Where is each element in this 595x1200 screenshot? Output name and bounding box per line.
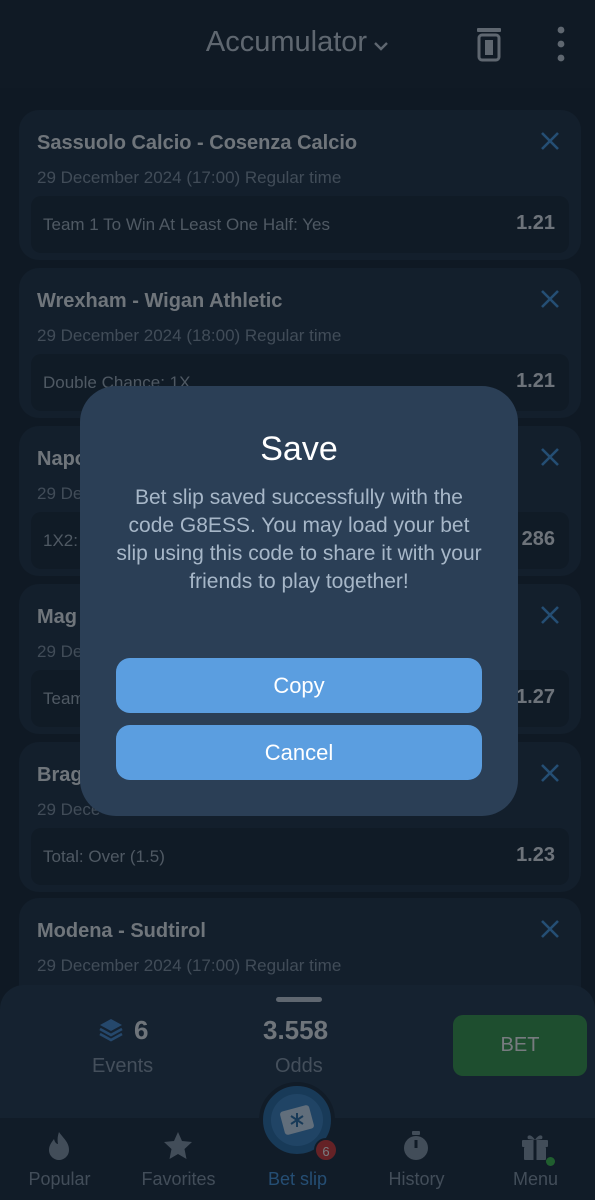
nav-item-menu[interactable]: Menu: [476, 1118, 595, 1200]
match-title: Brag: [37, 764, 83, 786]
bet-type-label: Accumulator: [205, 26, 368, 58]
match-date: 29 December 2024 (17:00) Regular time: [37, 956, 342, 975]
match-title: Modena - Sudtirol: [37, 920, 206, 942]
total-odds: 3.558: [263, 1015, 329, 1045]
selection-row: Total: Over (1.5) 1.23: [31, 828, 569, 885]
events-count: 6: [134, 1015, 149, 1045]
place-bet-button[interactable]: BET: [453, 1015, 587, 1076]
fab-inner: [271, 1094, 323, 1146]
dialog-title: Save: [260, 430, 338, 468]
market-label: Total: Over (1.5): [43, 847, 165, 866]
close-icon[interactable]: [539, 130, 561, 152]
cancel-button[interactable]: Cancel: [116, 725, 482, 780]
market-label: Team 1 To Win At Least One Half: Yes: [43, 215, 330, 234]
bet-card: Sassuolo Calcio - Cosenza Calcio 29 Dece…: [19, 110, 581, 260]
gift-icon: [522, 1135, 548, 1160]
close-icon[interactable]: [539, 918, 561, 940]
market-label: 1X2:: [43, 531, 78, 550]
selection-row: Team 1 To Win At Least One Half: Yes 1.2…: [31, 196, 569, 253]
drag-handle[interactable]: [276, 997, 322, 1002]
ticket-icon: [280, 1105, 314, 1135]
match-title: Mag: [37, 606, 77, 628]
close-icon[interactable]: [539, 604, 561, 626]
match-title: Wrexham - Wigan Athletic: [37, 290, 283, 312]
odd-value: 1.23: [516, 844, 555, 866]
odd-value: 1.21: [516, 212, 555, 234]
star-icon: [164, 1132, 192, 1159]
nav-label: Menu: [512, 1169, 559, 1189]
match-date: 29 December 2024 (18:00) Regular time: [37, 326, 342, 345]
match-date: 29 De: [37, 484, 83, 503]
nav-item-history[interactable]: History: [357, 1118, 476, 1200]
copy-button[interactable]: Copy: [116, 658, 482, 713]
nav-label: Popular: [28, 1169, 91, 1189]
notification-dot: [546, 1157, 555, 1166]
nav-label: History: [388, 1169, 445, 1189]
odd-value: 1.21: [516, 370, 555, 392]
match-date: 29 December 2024 (17:00) Regular time: [37, 168, 342, 187]
nav-item-favorites[interactable]: Favorites: [119, 1118, 238, 1200]
nav-item-popular[interactable]: Popular: [0, 1118, 119, 1200]
nav-label: Favorites: [141, 1169, 216, 1189]
events-label: Events: [92, 1055, 154, 1077]
bet-type-selector[interactable]: Accumulator: [0, 26, 595, 60]
more-vertical-icon[interactable]: [550, 24, 572, 64]
stopwatch-icon: [404, 1131, 428, 1160]
match-date: 29 De: [37, 642, 83, 661]
fire-icon: [49, 1132, 69, 1160]
odds-label: Odds: [275, 1055, 323, 1077]
trash-icon[interactable]: [474, 26, 504, 62]
match-title: Sassuolo Calcio - Cosenza Calcio: [37, 132, 358, 154]
top-bar: Accumulator: [0, 0, 595, 88]
odd-value: 1.27: [516, 686, 555, 708]
dialog-message: Bet slip saved successfully with the cod…: [116, 486, 482, 593]
odd-value: 286: [521, 528, 555, 550]
layers-icon: [99, 1019, 123, 1042]
close-icon[interactable]: [539, 446, 561, 468]
close-icon[interactable]: [539, 762, 561, 784]
chevron-down-icon: [373, 27, 389, 60]
close-icon[interactable]: [539, 288, 561, 310]
market-label: Team: [43, 689, 85, 708]
save-dialog: Save Bet slip saved successfully with th…: [80, 386, 518, 816]
nav-label: Bet slip: [267, 1169, 328, 1189]
bet-slip-count-badge: 6: [314, 1138, 338, 1162]
